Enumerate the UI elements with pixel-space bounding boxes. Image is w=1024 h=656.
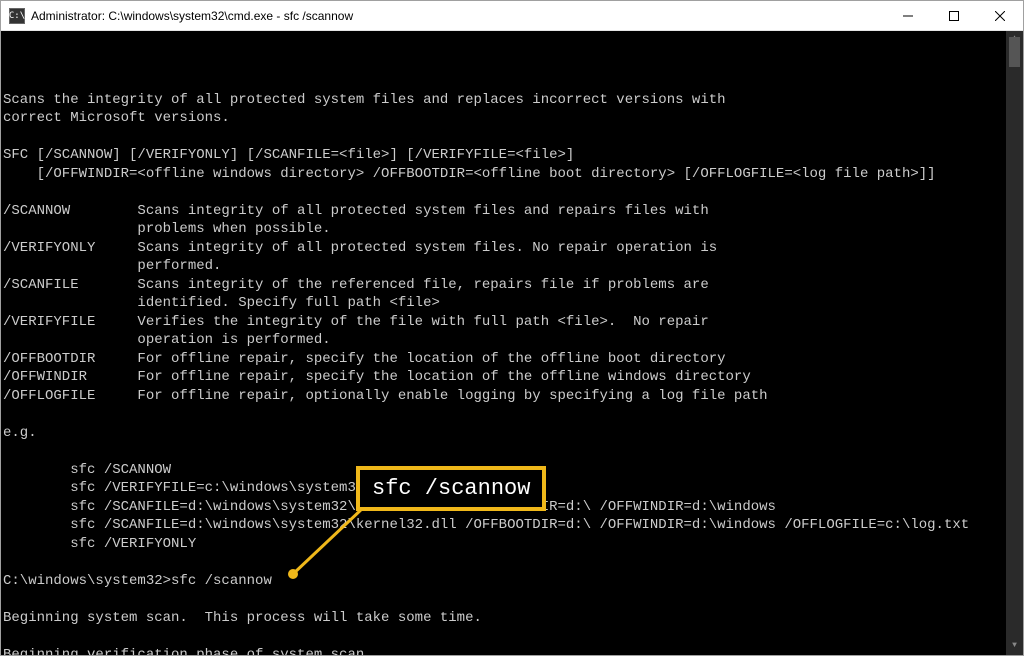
close-button[interactable]	[977, 1, 1023, 30]
callout-text: sfc /scannow	[372, 476, 530, 501]
maximize-button[interactable]	[931, 1, 977, 30]
command-prompt-window: C:\ Administrator: C:\windows\system32\c…	[0, 0, 1024, 656]
window-controls	[885, 1, 1023, 30]
scroll-thumb[interactable]	[1009, 37, 1020, 67]
scroll-down-arrow[interactable]: ▼	[1006, 638, 1023, 655]
terminal-output[interactable]: Scans the integrity of all protected sys…	[1, 31, 1023, 655]
window-title: Administrator: C:\windows\system32\cmd.e…	[31, 9, 885, 23]
minimize-button[interactable]	[885, 1, 931, 30]
annotation-callout: sfc /scannow	[356, 466, 546, 511]
terminal-text: Scans the integrity of all protected sys…	[3, 72, 1023, 655]
scrollbar[interactable]: ▲ ▼	[1006, 31, 1023, 655]
titlebar[interactable]: C:\ Administrator: C:\windows\system32\c…	[1, 1, 1023, 31]
cmd-icon: C:\	[9, 8, 25, 24]
